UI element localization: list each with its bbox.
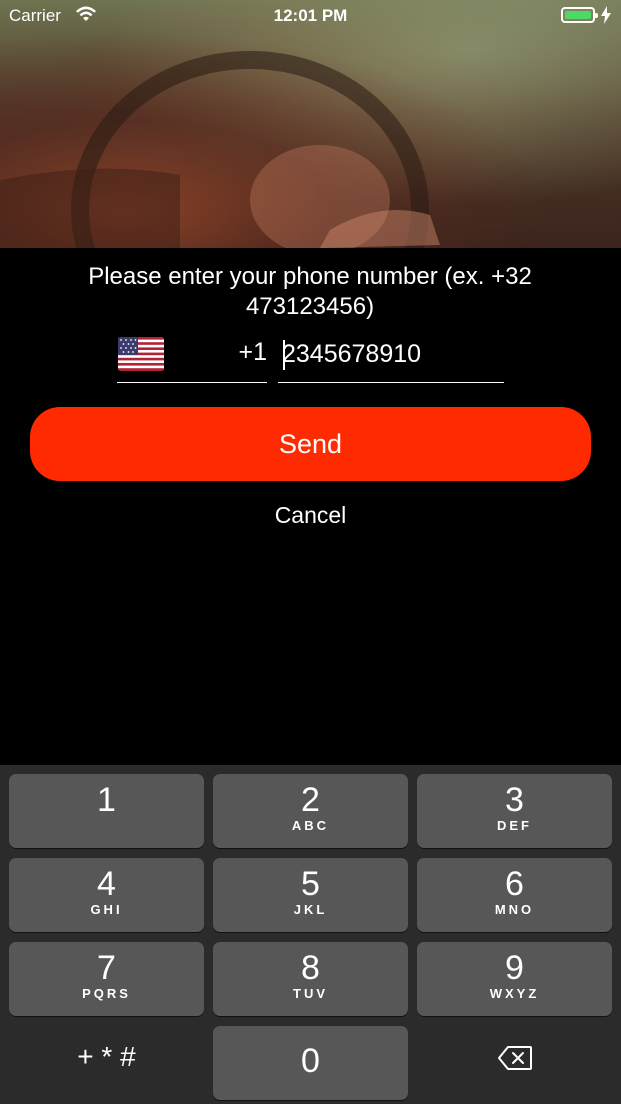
key-digit: 4 <box>97 865 116 903</box>
key-9[interactable]: 9 WXYZ <box>417 942 612 1016</box>
key-letters: TUV <box>293 986 328 1001</box>
dial-code: +1 <box>238 338 267 366</box>
key-5[interactable]: 5 JKL <box>213 858 408 932</box>
symbols-key[interactable]: + * # <box>9 1041 204 1073</box>
photo-scene <box>0 51 440 248</box>
key-digit: 1 <box>97 781 116 819</box>
backspace-icon <box>497 1046 532 1070</box>
key-letters: JKL <box>293 902 328 917</box>
status-bar: Carrier 12:01 PM <box>0 0 621 32</box>
key-digit: 3 <box>505 781 524 819</box>
key-letters: PQRS <box>82 986 131 1001</box>
key-digit: 0 <box>301 1042 320 1080</box>
us-flag-icon <box>118 337 164 371</box>
key-letters: MNO <box>494 902 535 917</box>
key-2[interactable]: 2 ABC <box>213 774 408 848</box>
text-caret <box>283 340 285 370</box>
key-digit: 8 <box>301 949 320 987</box>
delete-key[interactable] <box>417 1045 612 1078</box>
country-code-selector[interactable]: +1 <box>117 336 267 383</box>
key-letters: ABC <box>291 818 330 833</box>
header-photo: Carrier 12:01 PM <box>0 0 621 248</box>
phone-prompt: Please enter your phone number (ex. +32 … <box>88 263 532 320</box>
send-button[interactable]: Send <box>30 407 591 481</box>
key-1[interactable]: 1 <box>9 774 204 848</box>
numeric-keypad: 1 2 ABC 3 DEF 4 GHI 5 JKL 6 MNO 7 PQRS 8… <box>0 765 621 1104</box>
key-digit: 9 <box>505 949 524 987</box>
key-3[interactable]: 3 DEF <box>417 774 612 848</box>
key-digit: 7 <box>97 949 116 987</box>
key-4[interactable]: 4 GHI <box>9 858 204 932</box>
phone-number-value: 2345678910 <box>282 340 422 368</box>
clock-label: 12:01 PM <box>273 6 348 25</box>
key-6[interactable]: 6 MNO <box>417 858 612 932</box>
battery-icon <box>561 7 598 23</box>
key-digit: 5 <box>301 865 320 903</box>
key-8[interactable]: 8 TUV <box>213 942 408 1016</box>
key-letters: WXYZ <box>489 986 540 1001</box>
key-digit: 6 <box>505 865 524 903</box>
key-letters: GHI <box>90 902 123 917</box>
cancel-button[interactable]: Cancel <box>0 502 621 529</box>
key-digit: 2 <box>301 781 320 819</box>
key-letters: DEF <box>497 818 532 833</box>
key-7[interactable]: 7 PQRS <box>9 942 204 1016</box>
phone-number-input[interactable]: 2345678910 <box>278 336 504 383</box>
key-0[interactable]: 0 <box>213 1026 408 1100</box>
